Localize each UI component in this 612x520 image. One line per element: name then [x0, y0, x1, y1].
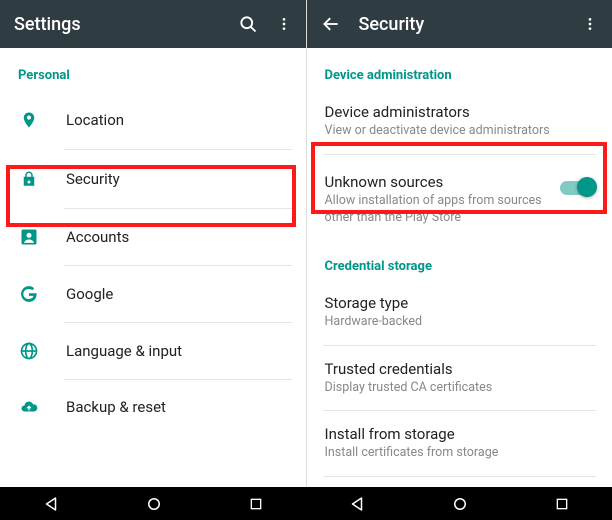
sidebar-item-accounts[interactable]: Accounts: [0, 209, 306, 265]
item-subtitle: Display trusted CA certificates: [325, 380, 595, 397]
sidebar-item-security[interactable]: Security: [0, 150, 306, 208]
nav-recent-icon[interactable]: [248, 496, 264, 512]
security-title: Security: [359, 14, 565, 35]
security-list: Device administration Device administrat…: [307, 48, 612, 487]
item-title: Device administrators: [325, 103, 595, 121]
sidebar-item-backup[interactable]: Backup & reset: [0, 380, 306, 434]
divider: [323, 410, 597, 411]
item-title: Unknown sources: [325, 173, 549, 191]
settings-title: Settings: [14, 14, 220, 35]
nav-home-icon[interactable]: [451, 495, 469, 513]
nav-home-icon[interactable]: [145, 495, 163, 513]
item-title: Storage type: [325, 294, 595, 312]
sidebar-item-label: Language & input: [66, 342, 182, 360]
security-header: Security: [307, 0, 612, 48]
section-header-cred-storage: Credential storage: [307, 243, 612, 282]
sidebar-item-label: Backup & reset: [66, 398, 166, 416]
search-icon[interactable]: [238, 14, 258, 34]
divider: [323, 476, 597, 477]
item-subtitle: Allow installation of apps from sources …: [325, 193, 549, 227]
sidebar-item-google[interactable]: Google: [0, 266, 306, 322]
section-header-device-admin: Device administration: [307, 48, 612, 91]
nav-back-icon[interactable]: [348, 495, 366, 513]
nav-back-icon[interactable]: [42, 495, 60, 513]
location-icon: [18, 109, 40, 131]
settings-pane: Settings Personal Location Securit: [0, 0, 306, 487]
back-icon[interactable]: [321, 14, 341, 34]
android-navbar: [0, 487, 612, 520]
lock-icon: [18, 168, 40, 190]
overflow-icon[interactable]: [582, 14, 598, 34]
sidebar-item-language[interactable]: Language & input: [0, 323, 306, 379]
sidebar-item-label: Google: [66, 285, 113, 303]
item-subtitle: Install certificates from storage: [325, 445, 595, 462]
item-trusted-creds[interactable]: Trusted credentials Display trusted CA c…: [307, 348, 612, 409]
globe-icon: [18, 341, 40, 361]
accounts-icon: [18, 227, 40, 247]
item-title: Install from storage: [325, 425, 595, 443]
item-title: Trusted credentials: [325, 360, 595, 378]
sidebar-item-location[interactable]: Location: [0, 91, 306, 149]
item-device-admins[interactable]: Device administrators View or deactivate…: [307, 91, 612, 152]
google-icon: [18, 284, 40, 304]
overflow-icon[interactable]: [276, 14, 292, 34]
settings-header: Settings: [0, 0, 306, 48]
sidebar-item-label: Accounts: [66, 228, 129, 246]
nav-recent-icon[interactable]: [554, 496, 570, 512]
item-subtitle: Hardware-backed: [325, 314, 595, 331]
item-install-storage[interactable]: Install from storage Install certificate…: [307, 413, 612, 474]
item-clear-creds[interactable]: Clear credentials: [307, 479, 612, 487]
divider: [323, 154, 597, 155]
item-unknown-sources[interactable]: Unknown sources Allow installation of ap…: [307, 157, 612, 243]
security-pane: Security Device administration Device ad…: [307, 0, 612, 487]
unknown-sources-toggle[interactable]: [560, 181, 594, 195]
settings-list: Personal Location Security Accounts: [0, 48, 306, 487]
item-subtitle: View or deactivate device administrators: [325, 123, 595, 140]
sidebar-item-label: Location: [66, 111, 124, 129]
item-storage-type[interactable]: Storage type Hardware-backed: [307, 282, 612, 343]
section-header-personal: Personal: [0, 48, 306, 91]
cloud-up-icon: [18, 398, 40, 416]
sidebar-item-label: Security: [66, 170, 120, 188]
divider: [323, 345, 597, 346]
